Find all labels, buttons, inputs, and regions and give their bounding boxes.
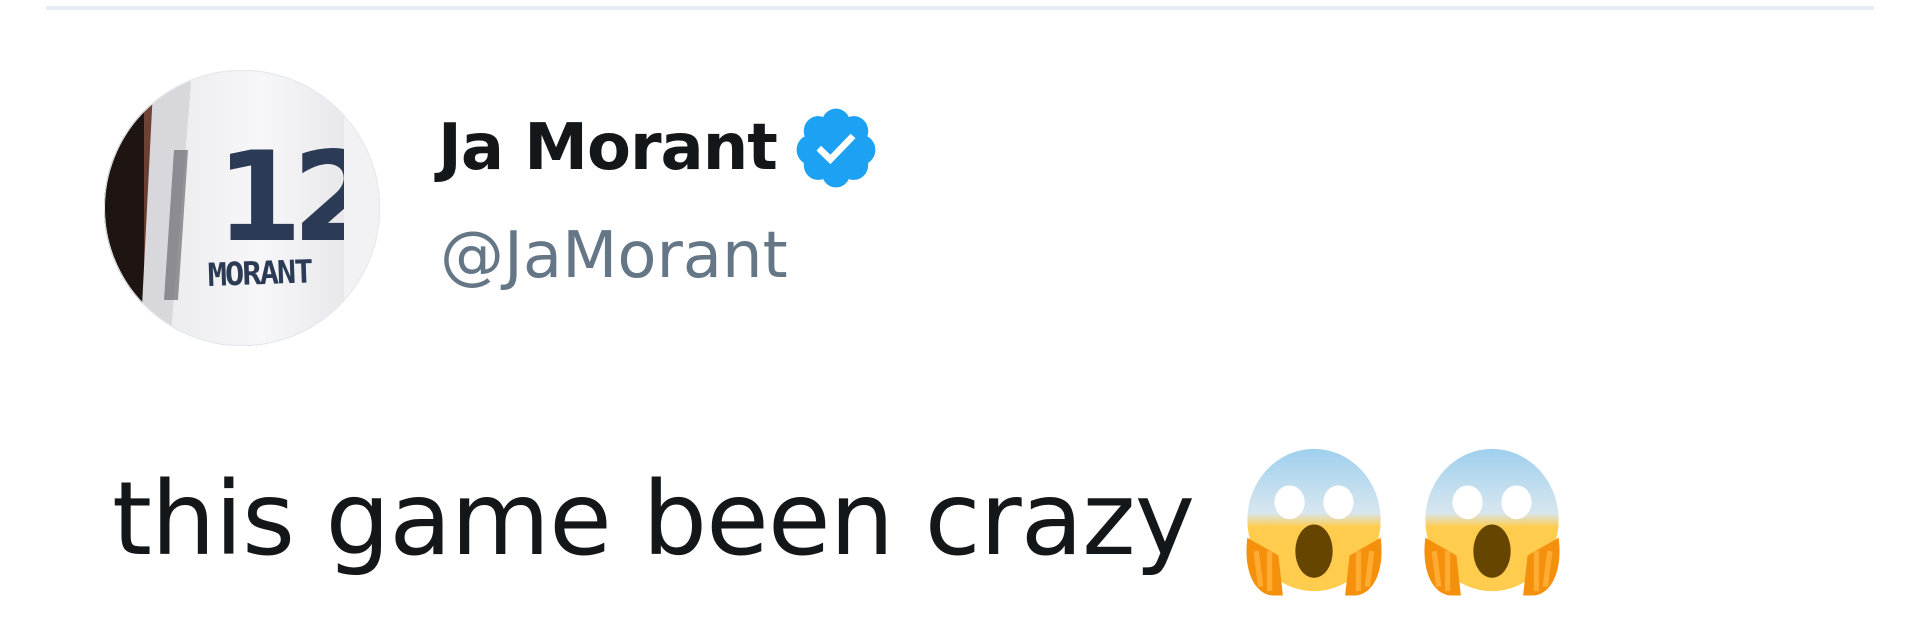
face-screaming-in-fear-icon xyxy=(1424,448,1560,596)
tweet-body: this game been crazy xyxy=(112,448,1572,596)
face-screaming-in-fear-icon xyxy=(1246,448,1382,596)
tweet-text: this game been crazy xyxy=(112,460,1195,579)
user-handle[interactable]: @JaMorant xyxy=(440,216,788,296)
verified-badge-icon xyxy=(791,103,881,193)
jersey-name: MORANT xyxy=(207,252,313,294)
avatar-photo: 12 MORANT xyxy=(104,70,380,346)
display-name[interactable]: Ja Morant xyxy=(438,108,778,188)
avatar[interactable]: 12 MORANT xyxy=(104,70,380,346)
emoji-group xyxy=(1234,440,1572,600)
user-name-row: Ja Morant xyxy=(438,108,881,188)
top-divider xyxy=(46,6,1874,10)
